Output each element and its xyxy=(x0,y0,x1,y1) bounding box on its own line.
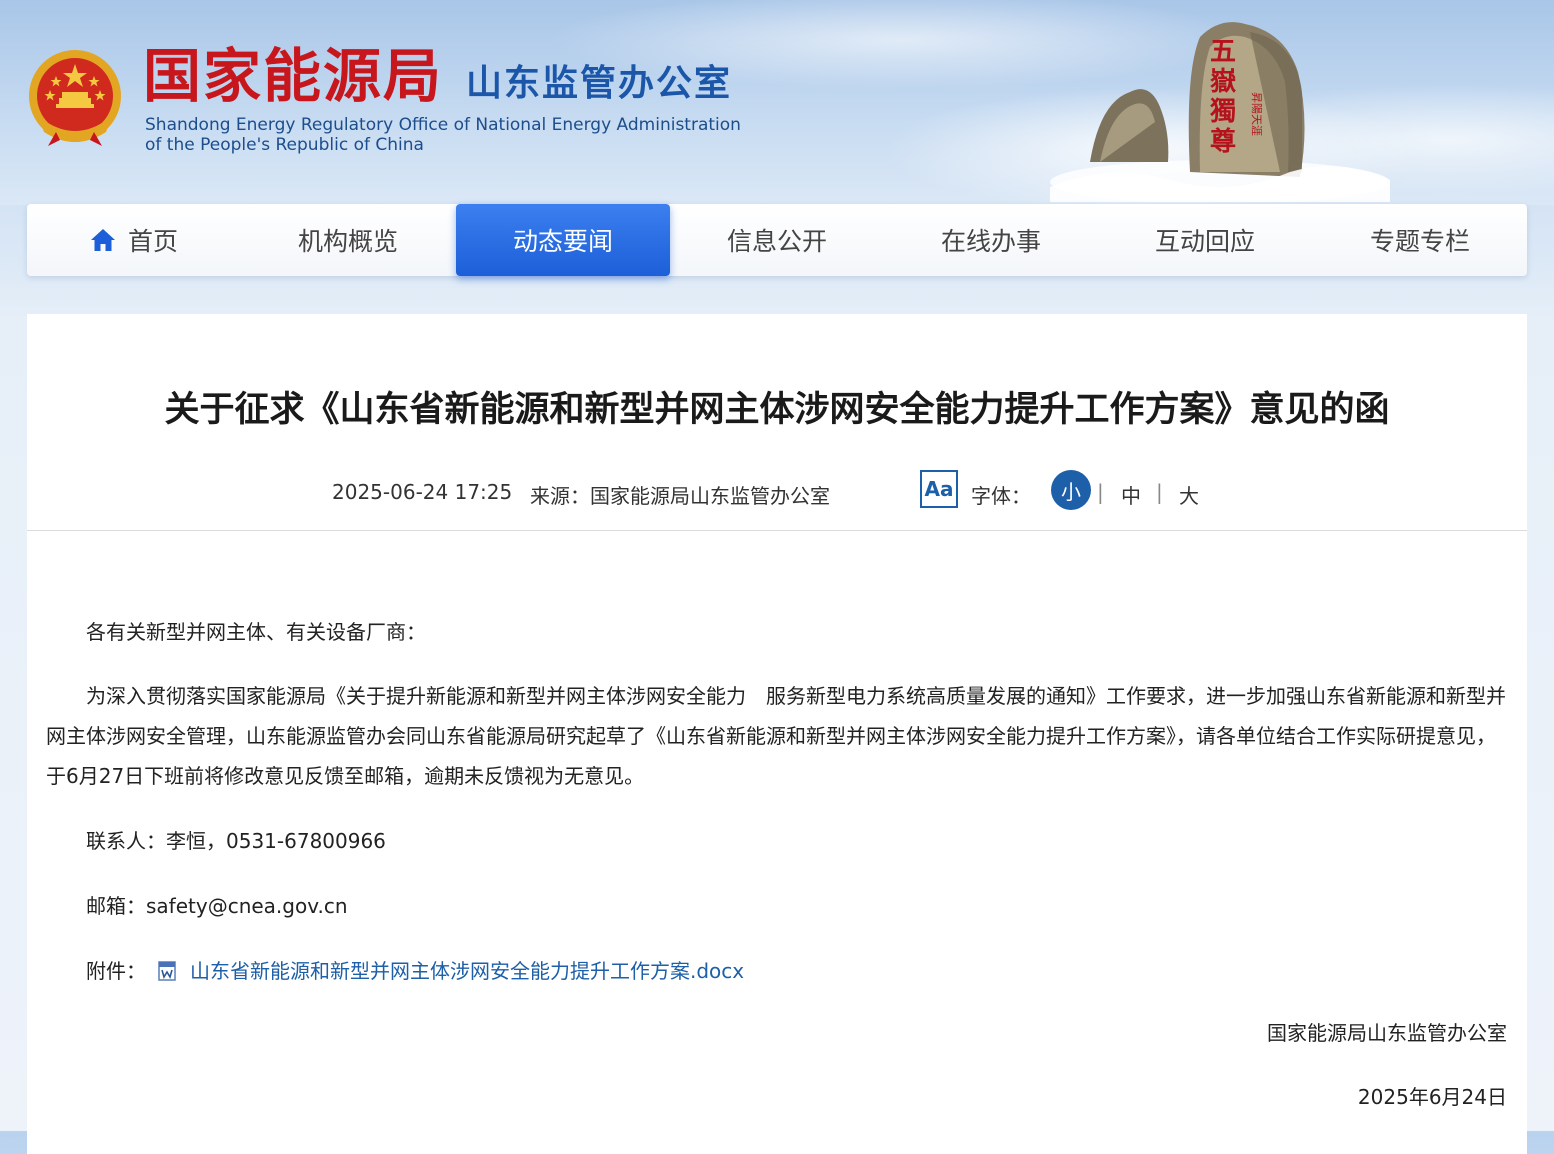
svg-text:獨: 獨 xyxy=(1209,97,1236,127)
font-size-separator: | xyxy=(1097,480,1104,504)
article-source: 来源：国家能源局山东监管办公室 xyxy=(530,484,830,508)
nav-item-info-disclosure[interactable]: 信息公开 xyxy=(670,204,884,276)
article-panel: 关于征求《山东省新能源和新型并网主体涉网安全能力提升工作方案》意见的函 2025… xyxy=(27,314,1527,1154)
article-greeting: 各有关新型并网主体、有关设备厂商： xyxy=(86,620,426,644)
org-name-cn: 国家能源局 xyxy=(143,42,444,110)
nav-item-interaction[interactable]: 互动回应 xyxy=(1098,204,1312,276)
nav-item-label: 专题专栏 xyxy=(1369,227,1470,256)
org-name-en-line1: Shandong Energy Regulatory Office of Nat… xyxy=(145,115,741,135)
word-document-icon xyxy=(158,961,176,981)
article-meta: 2025-06-24 17:25 来源：国家能源局山东监管办公室 Aa 字体： … xyxy=(27,470,1527,512)
attachment-download-link[interactable]: 山东省新能源和新型并网主体涉网安全能力提升工作方案.docx xyxy=(190,951,744,991)
nav-item-about[interactable]: 机构概览 xyxy=(241,204,455,276)
nav-item-label: 机构概览 xyxy=(297,227,398,256)
org-name-en: Shandong Energy Regulatory Office of Nat… xyxy=(145,115,741,155)
font-size-medium-button[interactable]: 中 xyxy=(1121,480,1141,509)
nav-item-news[interactable]: 动态要闻 xyxy=(456,204,670,276)
svg-text:五: 五 xyxy=(1210,37,1236,67)
article-sign-date: 2025年6月24日 xyxy=(1357,1085,1507,1109)
svg-text:尊: 尊 xyxy=(1210,126,1236,157)
mount-tai-illustration: 五 嶽 獨 尊 昇陽天涯 xyxy=(1050,22,1390,202)
font-size-icon: Aa xyxy=(920,470,958,508)
attachment-label: 附件： xyxy=(86,959,146,983)
org-name-en-line2: of the People's Republic of China xyxy=(145,135,424,155)
nav-item-label: 信息公开 xyxy=(726,227,827,256)
nav-item-label: 动态要闻 xyxy=(512,227,613,256)
home-icon xyxy=(90,229,115,251)
svg-text:嶽: 嶽 xyxy=(1210,67,1236,97)
meta-divider xyxy=(27,530,1527,531)
font-size-large-button[interactable]: 大 xyxy=(1179,480,1199,509)
nav-item-special-topics[interactable]: 专题专栏 xyxy=(1313,204,1527,276)
article-attachment: 附件： 山东省新能源和新型并网主体涉网安全能力提升工作方案.docx xyxy=(86,951,1548,991)
article-title: 关于征求《山东省新能源和新型并网主体涉网安全能力提升工作方案》意见的函 xyxy=(164,390,1390,430)
article-signature: 国家能源局山东监管办公室 xyxy=(1267,1021,1507,1045)
national-emblem-icon xyxy=(29,50,121,146)
nav-item-online-service[interactable]: 在线办事 xyxy=(884,204,1098,276)
publish-date: 2025-06-24 17:25 xyxy=(332,480,513,504)
nav-item-label: 互动回应 xyxy=(1154,227,1255,256)
font-size-separator: | xyxy=(1156,480,1163,504)
nav-item-label: 在线办事 xyxy=(940,227,1041,256)
font-size-label: 字体： xyxy=(971,484,1031,508)
nav-item-home[interactable]: 首页 xyxy=(27,204,241,276)
nav-item-label: 首页 xyxy=(127,227,178,256)
office-name-cn: 山东监管办公室 xyxy=(466,63,733,104)
main-nav: 首页 机构概览 动态要闻 信息公开 在线办事 互动回应 专题专栏 xyxy=(27,204,1527,276)
article-contact: 联系人：李恒，0531-67800966 xyxy=(86,829,386,853)
article-body-paragraph: 为深入贯彻落实国家能源局《关于提升新能源和新型并网主体涉网安全能力 服务新型电力… xyxy=(46,684,1506,788)
svg-text:昇陽天涯: 昇陽天涯 xyxy=(1250,92,1264,136)
site-header: 国家能源局 山东监管办公室 Shandong Energy Regulatory… xyxy=(0,0,1554,205)
font-size-small-button[interactable]: 小 xyxy=(1051,470,1091,510)
article-email: 邮箱：safety@cnea.gov.cn xyxy=(86,894,348,918)
